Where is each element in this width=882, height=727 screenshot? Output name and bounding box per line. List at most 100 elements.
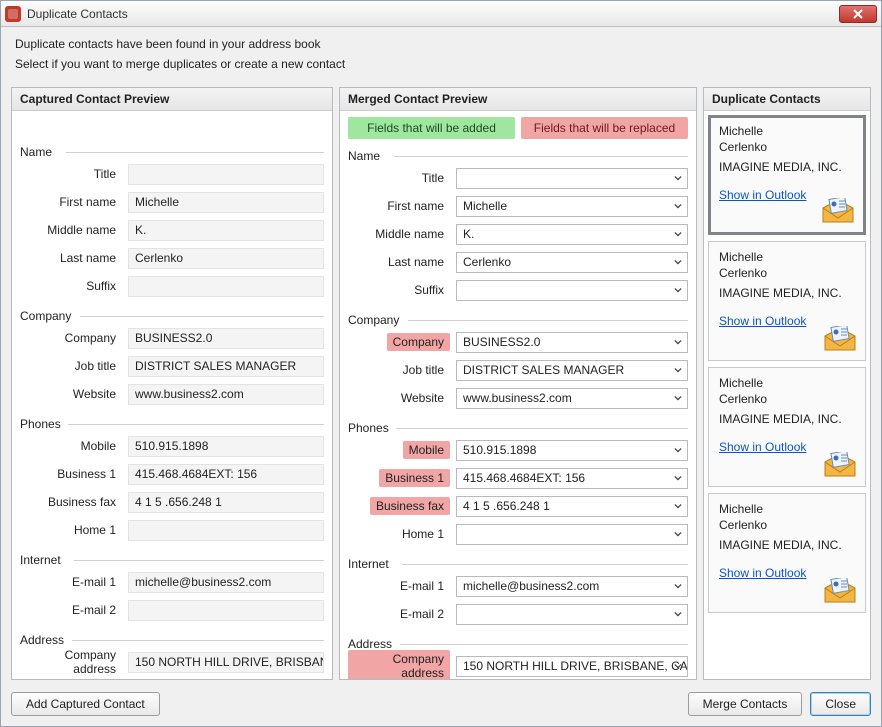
m-label-middle: Middle name [369, 225, 450, 243]
m-label-email2: E-mail 2 [394, 605, 450, 623]
show-in-outlook-link[interactable]: Show in Outlook [719, 440, 806, 454]
merged-email1-value: michelle@business2.com [463, 579, 599, 593]
merged-email2-row: E-mail 2 [348, 601, 688, 627]
captured-home1-value [128, 520, 324, 541]
close-button[interactable]: Close [810, 692, 871, 716]
dialog-window: Duplicate Contacts Duplicate contacts ha… [0, 0, 882, 727]
dup-company: IMAGINE MEDIA, INC. [719, 412, 855, 426]
label-company: Company [59, 329, 122, 347]
merged-bizfax-row: Business fax4 1 5 .656.248 1 [348, 493, 688, 519]
merged-home1-row: Home 1 [348, 521, 688, 547]
titlebar-close-button[interactable] [839, 5, 877, 23]
merged-first-dropdown[interactable]: Michelle [456, 196, 688, 217]
content-area: Captured Contact Preview Name Title Firs… [1, 81, 881, 686]
section-address: Address [20, 633, 324, 647]
label-email2: E-mail 2 [66, 601, 122, 619]
mail-icon [821, 198, 855, 224]
chevron-down-icon [671, 579, 685, 594]
captured-job-value: DISTRICT SALES MANAGER [128, 356, 324, 377]
chevron-down-icon [671, 443, 685, 458]
merged-home1-dropdown[interactable] [456, 524, 688, 545]
dup-lastname: Cerlenko [719, 266, 855, 280]
chevron-down-icon [671, 391, 685, 406]
mail-icon [823, 578, 857, 604]
section-internet: Internet [20, 553, 324, 567]
label-mobile: Mobile [75, 437, 122, 455]
label-job: Job title [69, 357, 122, 375]
app-icon [5, 6, 21, 22]
duplicate-card[interactable]: MichelleCerlenkoIMAGINE MEDIA, INC.Show … [708, 241, 866, 361]
titlebar: Duplicate Contacts [1, 1, 881, 27]
intro-line-2: Select if you want to merge duplicates o… [15, 57, 867, 71]
legend-added: Fields that will be added [348, 117, 515, 139]
section-phones: Phones [20, 417, 324, 431]
mail-icon [823, 326, 857, 352]
merged-company-value: BUSINESS2.0 [463, 335, 540, 349]
label-compaddr: Company address [20, 646, 122, 678]
close-icon [853, 9, 863, 19]
legend-row: Fields that will be added Fields that wi… [348, 117, 688, 139]
merged-first-row: First nameMichelle [348, 193, 688, 219]
merged-compaddr-value: 150 NORTH HILL DRIVE, BRISBANE, CA 940 [463, 659, 688, 673]
merged-website-value: www.business2.com [463, 391, 572, 405]
dup-lastname: Cerlenko [719, 392, 855, 406]
merged-company-dropdown[interactable]: BUSINESS2.0 [456, 332, 688, 353]
show-in-outlook-link[interactable]: Show in Outlook [719, 188, 806, 202]
duplicates-panel-header: Duplicate Contacts [704, 88, 870, 111]
merged-panel-header: Merged Contact Preview [340, 88, 696, 111]
merged-mobile-dropdown[interactable]: 510.915.1898 [456, 440, 688, 461]
captured-biz1-value: 415.468.4684EXT: 156 [128, 464, 324, 485]
section-company: Company [20, 309, 324, 323]
duplicate-card[interactable]: MichelleCerlenkoIMAGINE MEDIA, INC.Show … [708, 367, 866, 487]
duplicate-card[interactable]: MichelleCerlenkoIMAGINE MEDIA, INC.Show … [708, 493, 866, 613]
merged-title-row: Title [348, 165, 688, 191]
m-section-internet: Internet [348, 557, 688, 571]
merged-job-row: Job title DISTRICT SALES MANAGER [348, 357, 688, 383]
merged-bizfax-dropdown[interactable]: 4 1 5 .656.248 1 [456, 496, 688, 517]
m-label-job: Job title [397, 361, 450, 379]
merged-email1-row: E-mail 1michelle@business2.com [348, 573, 688, 599]
merged-job-dropdown[interactable]: DISTRICT SALES MANAGER [456, 360, 688, 381]
label-biz1: Business 1 [51, 465, 122, 483]
merged-website-row: Websitewww.business2.com [348, 385, 688, 411]
add-captured-button[interactable]: Add Captured Contact [11, 692, 160, 716]
merged-panel-body: Fields that will be added Fields that wi… [340, 111, 696, 679]
show-in-outlook-link[interactable]: Show in Outlook [719, 566, 806, 580]
merged-last-dropdown[interactable]: Cerlenko [456, 252, 688, 273]
merged-biz1-value: 415.468.4684EXT: 156 [463, 471, 585, 485]
chevron-down-icon [671, 283, 685, 298]
dup-firstname: Michelle [719, 124, 855, 138]
duplicates-list: Michelle Cerlenko IMAGINE MEDIA, INC. Show … [704, 111, 870, 679]
show-in-outlook-link[interactable]: Show in Outlook [719, 314, 806, 328]
merged-middle-dropdown[interactable]: K. [456, 224, 688, 245]
merged-title-dropdown[interactable] [456, 168, 688, 189]
label-suffix: Suffix [80, 277, 122, 295]
m-section-company: Company [348, 313, 688, 327]
merged-last-value: Cerlenko [463, 255, 511, 269]
m-label-last: Last name [382, 253, 450, 271]
captured-email2-value [128, 600, 324, 621]
merged-biz1-dropdown[interactable]: 415.468.4684EXT: 156 [456, 468, 688, 489]
mail-icon [823, 452, 857, 478]
merged-email2-dropdown[interactable] [456, 604, 688, 625]
label-website: Website [67, 385, 122, 403]
intro-text: Duplicate contacts have been found in yo… [1, 27, 881, 81]
captured-last-value: Cerlenko [128, 248, 324, 269]
m-section-name: Name [348, 149, 688, 163]
merged-email1-dropdown[interactable]: michelle@business2.com [456, 576, 688, 597]
merged-website-dropdown[interactable]: www.business2.com [456, 388, 688, 409]
merged-suffix-dropdown[interactable] [456, 280, 688, 301]
label-home1: Home 1 [68, 521, 122, 539]
label-first: First name [53, 193, 122, 211]
merge-contacts-button[interactable]: Merge Contacts [688, 692, 803, 716]
merged-mobile-row: Mobile510.915.1898 [348, 437, 688, 463]
captured-first-value: Michelle [128, 192, 324, 213]
duplicate-card[interactable]: MichelleCerlenkoIMAGINE MEDIA, INC.Show … [708, 115, 866, 235]
merged-compaddr-dropdown[interactable]: 150 NORTH HILL DRIVE, BRISBANE, CA 940 [456, 656, 688, 677]
m-section-address: Address [348, 637, 688, 651]
legend-replaced: Fields that will be replaced [521, 117, 688, 139]
m-label-title: Title [416, 169, 450, 187]
merged-biz1-row: Business 1415.468.4684EXT: 156 [348, 465, 688, 491]
merged-suffix-row: Suffix [348, 277, 688, 303]
label-email1: E-mail 1 [66, 573, 122, 591]
